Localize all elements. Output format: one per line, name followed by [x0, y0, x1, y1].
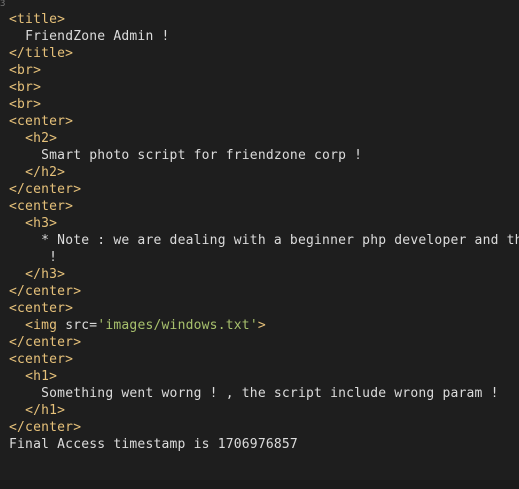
text-token: Something went worng ! , the script incl…: [41, 386, 499, 401]
html-tag-token: </h2>: [25, 165, 66, 180]
source-line: <img src='images/windows.txt'>: [9, 317, 266, 334]
bottom-strip: [0, 480, 519, 489]
text-token: !: [49, 250, 58, 265]
text-token: FriendZone Admin !: [25, 29, 170, 44]
source-line: <br>: [9, 96, 41, 113]
html-tag-token: >: [257, 318, 266, 333]
html-tag-token: </center>: [9, 284, 82, 299]
source-line: <h1>: [9, 368, 57, 385]
source-line: <br>: [9, 62, 41, 79]
string-token: 'images/windows.txt': [97, 318, 258, 333]
source-line: </h3>: [9, 266, 65, 283]
source-line: <h3>: [9, 215, 57, 232]
html-tag-token: <br>: [9, 80, 42, 95]
source-line: </center>: [9, 419, 81, 436]
html-tag-token: <title>: [9, 12, 66, 27]
source-line: <center>: [9, 351, 73, 368]
html-tag-token: <br>: [9, 97, 42, 112]
html-tag-token: <img: [25, 318, 66, 333]
source-line: <h2>: [9, 130, 57, 147]
source-line: Something went worng ! , the script incl…: [9, 385, 499, 402]
html-tag-token: <center>: [9, 114, 74, 129]
text-token: Final Access timestamp is 1706976857: [9, 437, 298, 452]
source-line: </title>: [9, 45, 73, 62]
gutter-marker: 3: [0, 0, 5, 8]
source-line: Smart photo script for friendzone corp !: [9, 147, 362, 164]
html-tag-token: </h3>: [25, 267, 66, 282]
text-token: * Note : we are dealing with a beginner …: [41, 233, 519, 248]
html-tag-token: </center>: [9, 182, 82, 197]
source-line: Final Access timestamp is 1706976857: [9, 436, 298, 453]
source-line: !: [9, 249, 57, 266]
html-tag-token: </h1>: [25, 403, 66, 418]
source-line: <center>: [9, 198, 73, 215]
source-line: </center>: [9, 181, 81, 198]
source-line: <center>: [9, 113, 73, 130]
html-tag-token: <center>: [9, 352, 74, 367]
text-token: Smart photo script for friendzone corp !: [41, 148, 363, 163]
html-tag-token: <center>: [9, 301, 74, 316]
source-line: </h1>: [9, 402, 65, 419]
source-line: </h2>: [9, 164, 65, 181]
html-tag-token: </title>: [9, 46, 74, 61]
source-line: <br>: [9, 79, 41, 96]
html-tag-token: </center>: [9, 335, 82, 350]
source-line: <title>: [9, 11, 65, 28]
html-tag-token: <h2>: [25, 131, 58, 146]
html-tag-token: <h1>: [25, 369, 58, 384]
attribute-token: src=: [65, 318, 98, 333]
source-line: FriendZone Admin !: [9, 28, 170, 45]
source-line: <center>: [9, 300, 73, 317]
source-line: </center>: [9, 334, 81, 351]
source-line: </center>: [9, 283, 81, 300]
html-tag-token: <h3>: [25, 216, 58, 231]
source-view: 3 <title> FriendZone Admin ! </title> <br>…: [0, 0, 519, 489]
html-tag-token: <br>: [9, 63, 42, 78]
html-tag-token: <center>: [9, 199, 74, 214]
html-tag-token: </center>: [9, 420, 82, 435]
source-line: * Note : we are dealing with a beginner …: [9, 232, 519, 249]
